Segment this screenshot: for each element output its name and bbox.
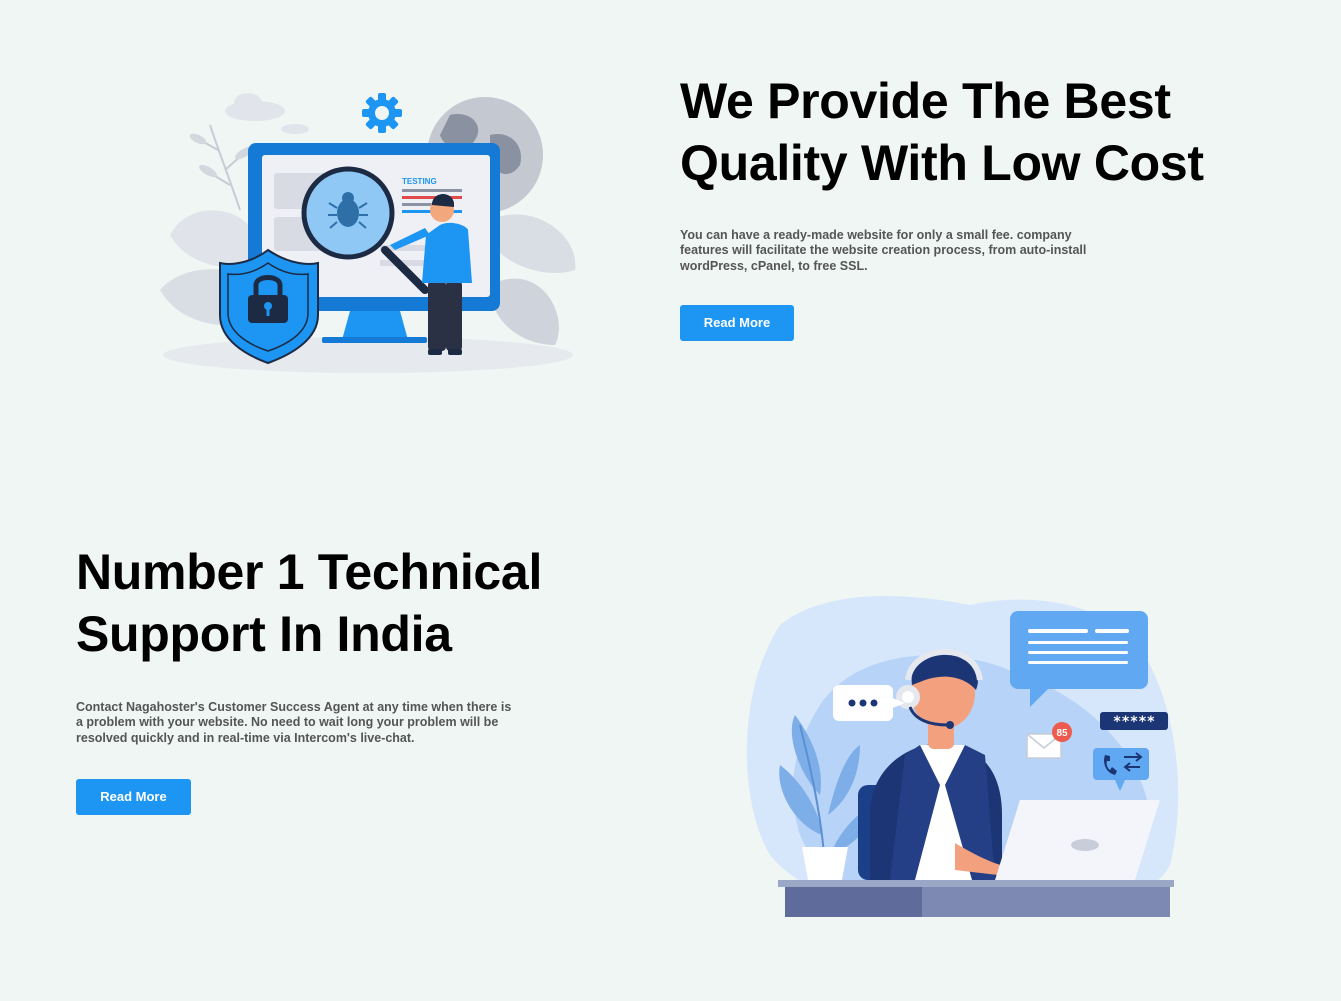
heading-line-1: We Provide The Best xyxy=(680,73,1171,129)
heading-line-1: Number 1 Technical xyxy=(76,544,543,600)
password-icon: ***** xyxy=(1100,712,1168,730)
section-heading: Number 1 Technical Support In India xyxy=(76,541,636,665)
laptop-icon xyxy=(995,800,1160,880)
gear-icon xyxy=(362,93,402,133)
testing-label: TESTING xyxy=(402,177,437,186)
heading-line-2: Support In India xyxy=(76,606,452,662)
testing-illustration: TESTING xyxy=(160,93,576,373)
section-heading: We Provide The Best Quality With Low Cos… xyxy=(680,70,1240,194)
feature-content-quality: We Provide The Best Quality With Low Cos… xyxy=(680,70,1240,341)
notification-badge: 85 xyxy=(1052,722,1072,742)
section-description: You can have a ready-made website for on… xyxy=(680,228,1087,273)
support-agent-illustration: 85 ***** xyxy=(746,596,1179,917)
heading-line-2: Quality With Low Cost xyxy=(680,135,1204,191)
cloud-icon xyxy=(225,93,309,134)
read-more-button[interactable]: Read More xyxy=(76,778,191,815)
read-more-button[interactable]: Read More xyxy=(680,304,794,341)
svg-text:*****: ***** xyxy=(1113,714,1155,730)
section-description: Contact Nagahoster's Customer Success Ag… xyxy=(76,700,512,745)
svg-text:85: 85 xyxy=(1056,728,1068,739)
feature-content-support: Number 1 Technical Support In India Cont… xyxy=(76,541,636,815)
feature-section-support: Number 1 Technical Support In India Cont… xyxy=(0,500,1341,1001)
feature-section-quality: TESTING We Provide The Best Quality With… xyxy=(0,0,1341,440)
